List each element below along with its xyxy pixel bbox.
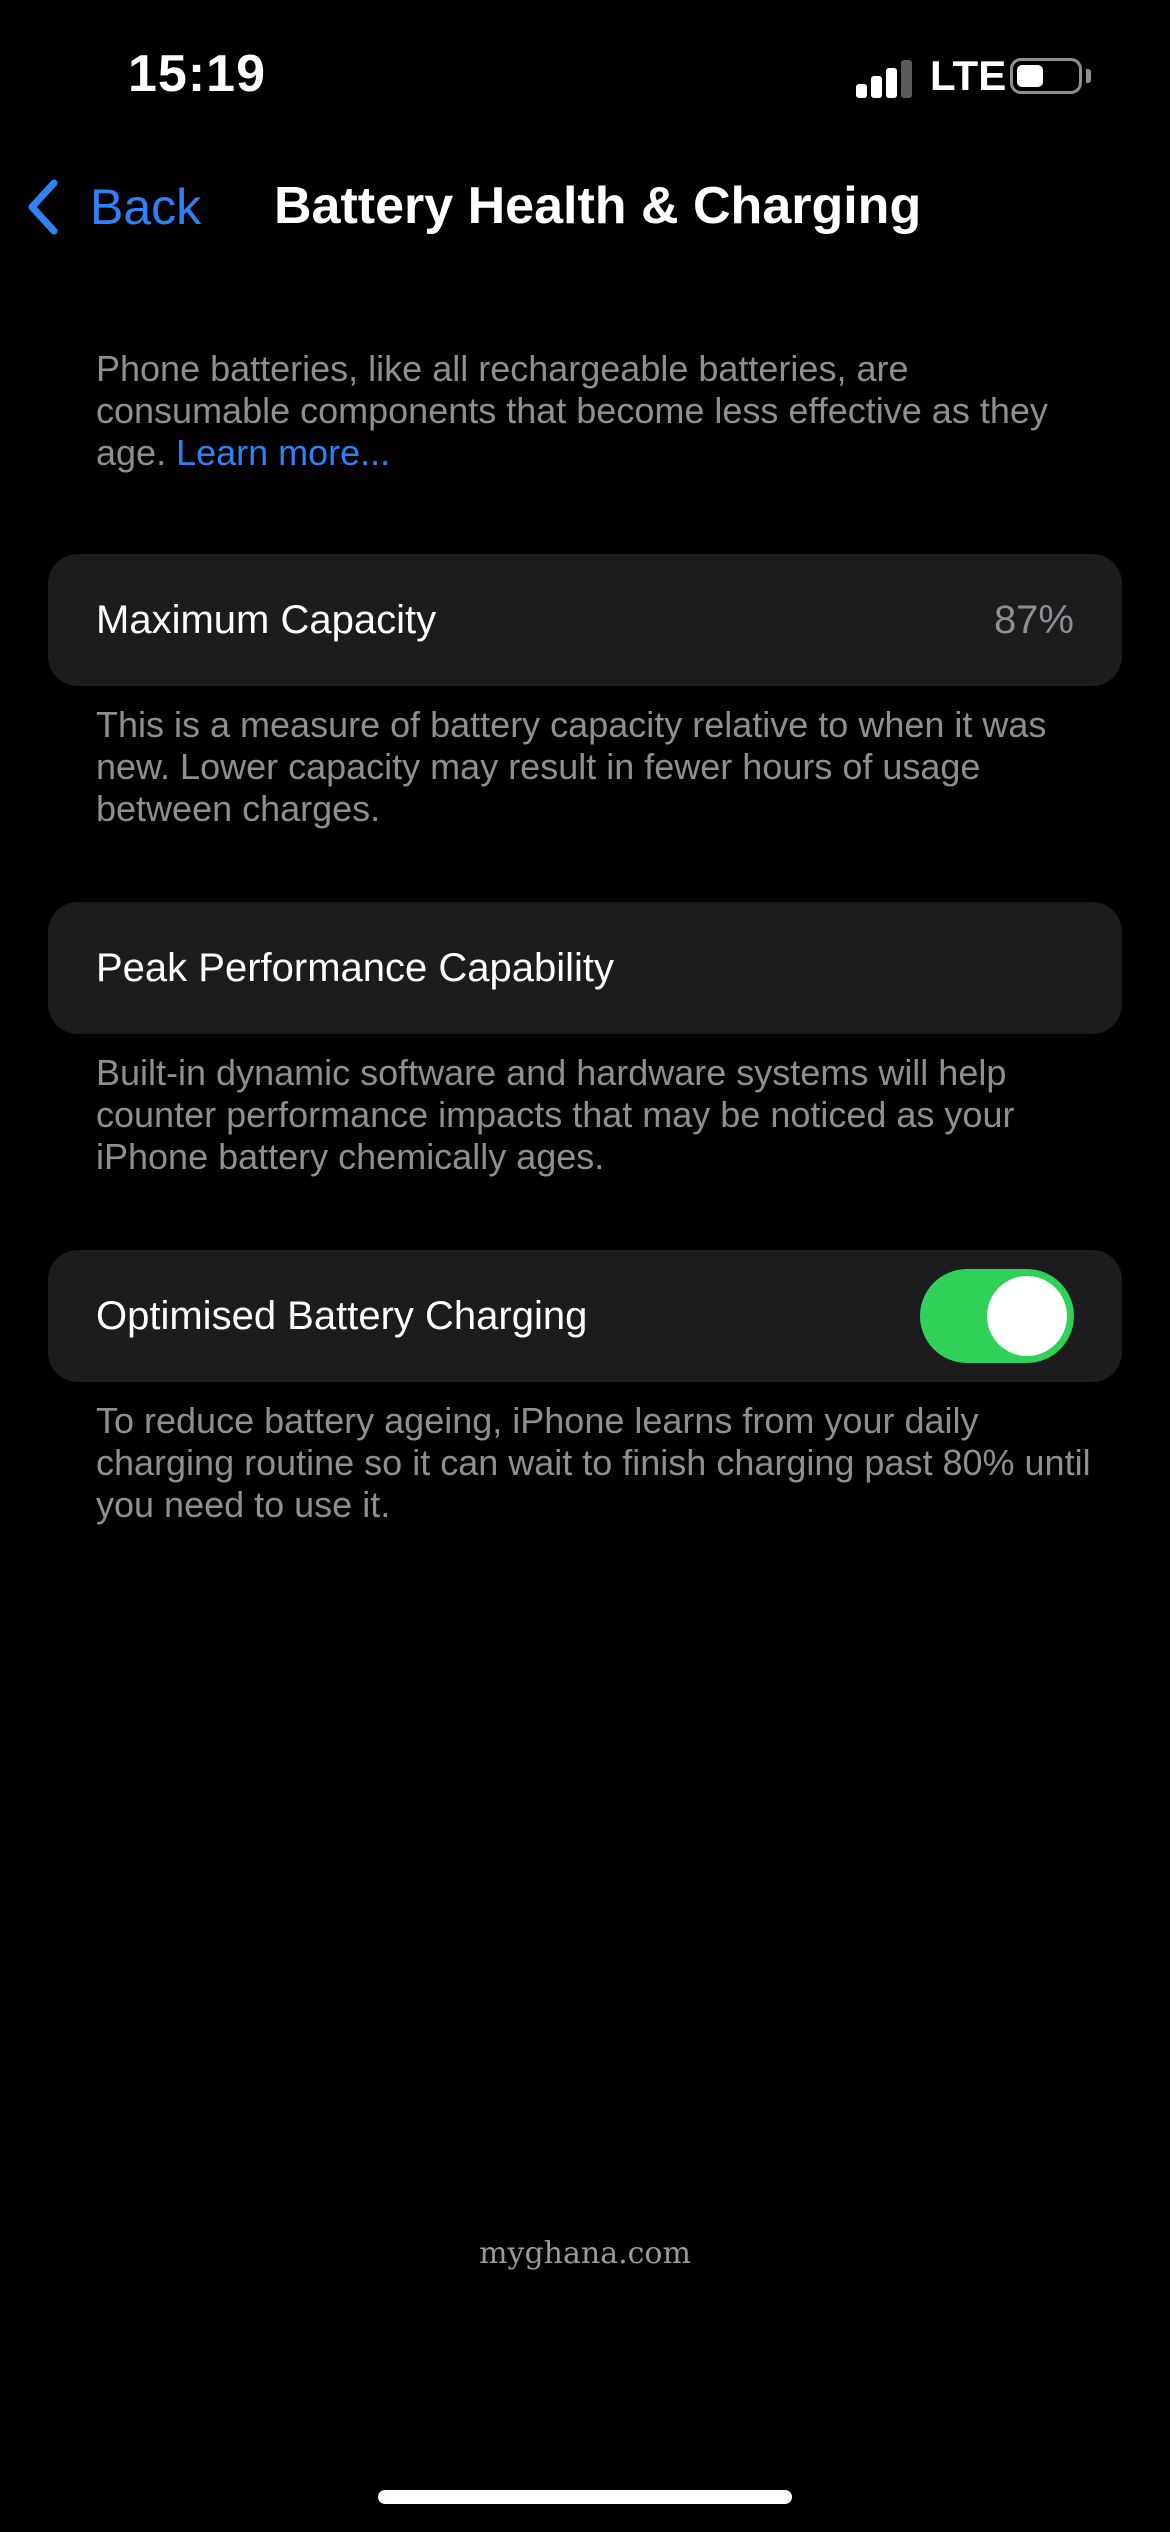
battery-icon <box>1010 58 1082 94</box>
optimised-charging-row: Optimised Battery Charging <box>48 1250 1122 1382</box>
intro-text: Phone batteries, like all rechargeable b… <box>96 348 1086 474</box>
optimised-charging-footnote: To reduce battery ageing, iPhone learns … <box>96 1400 1091 1525</box>
status-time: 15:19 <box>128 45 266 103</box>
signal-bar <box>856 84 867 98</box>
battery-level <box>1017 65 1043 87</box>
learn-more-link[interactable]: Learn more... <box>176 432 390 473</box>
optimised-charging-label: Optimised Battery Charging <box>96 1293 588 1338</box>
chevron-back-icon <box>28 179 58 235</box>
back-label: Back <box>90 179 202 235</box>
signal-bar <box>901 60 912 98</box>
maximum-capacity-row: Maximum Capacity 87% <box>48 554 1122 686</box>
page-title: Battery Health & Charging <box>274 177 922 235</box>
maximum-capacity-label: Maximum Capacity <box>96 597 437 642</box>
battery-cap <box>1086 69 1091 83</box>
peak-performance-label: Peak Performance Capability <box>96 945 615 990</box>
maximum-capacity-footnote: This is a measure of battery capacity re… <box>96 704 1047 829</box>
status-bar: 15:19 LTE <box>0 0 1170 150</box>
network-type: LTE <box>930 52 1007 99</box>
signal-bar <box>886 68 897 98</box>
watermark: myghana.com <box>479 2236 691 2271</box>
peak-performance-row: Peak Performance Capability <box>48 902 1122 1034</box>
toggle-knob <box>987 1276 1067 1356</box>
optimised-charging-toggle[interactable] <box>920 1269 1074 1363</box>
signal-icon <box>856 58 916 98</box>
peak-performance-footnote: Built-in dynamic software and hardware s… <box>96 1052 1015 1177</box>
signal-bar <box>871 76 882 98</box>
home-indicator[interactable] <box>378 2490 792 2504</box>
back-button[interactable]: Back <box>24 172 201 242</box>
maximum-capacity-value: 87% <box>993 597 1074 642</box>
